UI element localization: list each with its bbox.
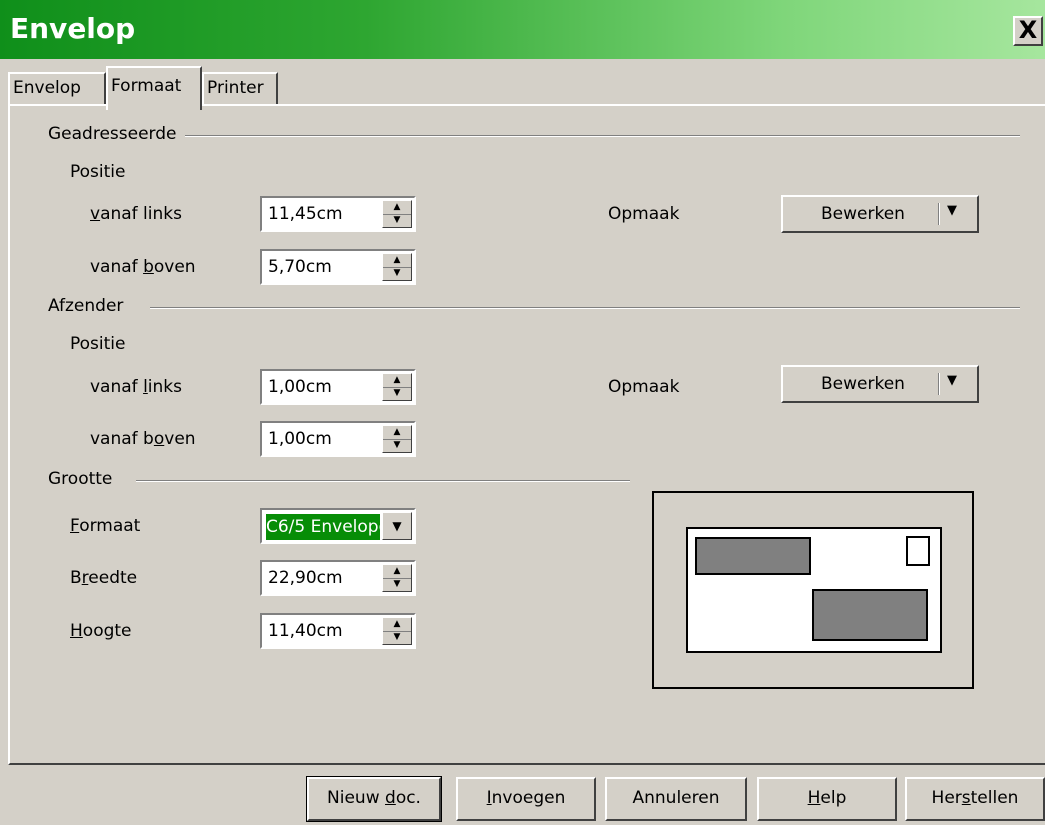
sender-format-label: Opmaak [608,377,680,397]
dropdown-arrow-icon[interactable]: ▼ [947,203,957,218]
button-separator [938,203,940,225]
help-button[interactable]: Help [757,777,897,821]
new-doc-button[interactable]: Nieuw doc. [306,776,442,822]
spin-up-icon[interactable]: ▲ [383,618,411,632]
addressee-from-left-spinbox[interactable]: 11,45cm ▲ ▼ [260,196,416,232]
format-selected-value[interactable]: C6/5 Envelope [266,514,380,540]
spin-down-icon[interactable]: ▼ [383,578,411,591]
size-height-value[interactable]: 11,40cm [268,621,343,641]
sender-edit-label: Bewerken [821,374,905,394]
size-format-label: Formaat [70,516,141,536]
insert-button[interactable]: Invoegen [456,777,596,821]
spin-down-icon[interactable]: ▼ [383,267,411,280]
spin-arrows: ▲ ▼ [382,253,412,281]
spin-down-icon[interactable]: ▼ [383,439,411,452]
addressee-position-label: Positie [70,162,126,182]
sender-position-label: Positie [70,334,126,354]
addressee-from-left-value[interactable]: 11,45cm [268,204,343,224]
spin-down-icon[interactable]: ▼ [383,631,411,644]
sender-from-left-value[interactable]: 1,00cm [268,377,332,397]
button-separator [938,373,940,395]
spin-up-icon[interactable]: ▲ [383,565,411,579]
addressee-section-label: Geadresseerde [48,124,185,144]
size-width-spinbox[interactable]: 22,90cm ▲ ▼ [260,560,416,596]
spin-up-icon[interactable]: ▲ [383,254,411,268]
sender-section-label: Afzender [48,296,132,316]
cancel-button[interactable]: Annuleren [605,777,747,821]
sender-from-top-spinbox[interactable]: 1,00cm ▲ ▼ [260,421,416,457]
size-height-spinbox[interactable]: 11,40cm ▲ ▼ [260,613,416,649]
sender-from-top-label: vanaf boven [90,429,196,449]
tab-printer[interactable]: Printer [202,72,278,104]
addressee-divider [180,135,1020,137]
format-select[interactable]: C6/5 Envelope ▼ [260,508,416,544]
size-width-value[interactable]: 22,90cm [268,568,343,588]
spin-arrows: ▲ ▼ [382,200,412,228]
addressee-edit-button[interactable]: Bewerken ▼ [781,195,979,233]
spin-arrows: ▲ ▼ [382,564,412,592]
addressee-edit-label: Bewerken [821,204,905,224]
sender-edit-button[interactable]: Bewerken ▼ [781,365,979,403]
spin-arrows: ▲ ▼ [382,373,412,401]
dropdown-arrow-icon[interactable]: ▼ [947,373,957,388]
reset-button[interactable]: Herstellen [905,777,1045,821]
preview-stamp-area [906,536,930,566]
sender-divider [150,307,1020,309]
sender-from-top-value[interactable]: 1,00cm [268,429,332,449]
spin-down-icon[interactable]: ▼ [383,214,411,227]
size-width-label: Breedte [70,568,138,588]
addressee-from-left-label: vanaf links [90,204,182,224]
sender-from-left-label: vanaf links [90,377,182,397]
spin-up-icon[interactable]: ▲ [383,426,411,440]
spin-down-icon[interactable]: ▼ [383,387,411,400]
title-bar: Envelop X [0,0,1045,59]
close-button[interactable]: X [1013,16,1043,46]
sender-from-left-spinbox[interactable]: 1,00cm ▲ ▼ [260,369,416,405]
tab-envelop[interactable]: Envelop [8,72,106,104]
size-divider [136,480,630,482]
spin-arrows: ▲ ▼ [382,425,412,453]
spin-up-icon[interactable]: ▲ [383,201,411,215]
addressee-from-top-value[interactable]: 5,70cm [268,257,332,277]
tab-formaat[interactable]: Formaat [106,66,202,110]
window-title: Envelop [10,12,136,45]
size-section-label: Grootte [48,469,121,489]
addressee-from-top-spinbox[interactable]: 5,70cm ▲ ▼ [260,249,416,285]
spin-up-icon[interactable]: ▲ [383,374,411,388]
size-height-label: Hoogte [70,621,132,641]
chevron-down-icon[interactable]: ▼ [382,512,412,540]
spin-arrows: ▲ ▼ [382,617,412,645]
preview-addressee-area [812,589,928,641]
addressee-from-top-label: vanaf boven [90,257,196,277]
preview-sender-area [695,537,811,575]
addressee-format-label: Opmaak [608,204,680,224]
